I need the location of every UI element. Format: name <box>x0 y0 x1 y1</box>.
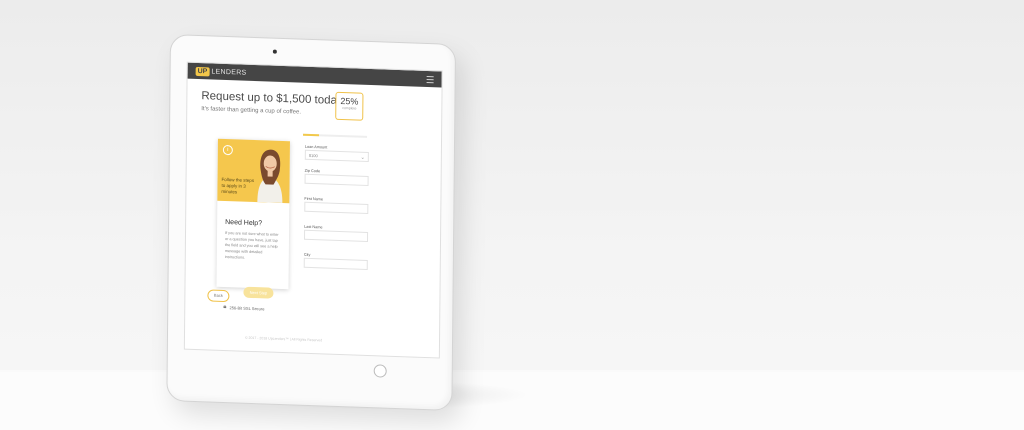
zip-code-label: Zip Code <box>304 168 321 174</box>
app-header: UP LENDERS <box>187 62 442 88</box>
progress-bar <box>303 133 368 138</box>
first-name-input[interactable] <box>304 201 369 214</box>
progress-bar-fill <box>303 133 320 137</box>
zip-code-input[interactable] <box>304 173 369 186</box>
tablet-device: UP LENDERS Request up to $1,500 today! I… <box>166 34 456 412</box>
help-text: If you are not sure what to enter or a q… <box>224 230 279 260</box>
info-icon: i <box>222 144 233 156</box>
last-name-label: Last Name <box>304 224 323 230</box>
promo-card: i Follow the steps to apply in 3 minutes… <box>216 138 290 290</box>
city-label: City <box>303 252 311 257</box>
logo-text: LENDERS <box>211 67 247 77</box>
next-step-button[interactable]: Next Step <box>243 286 274 299</box>
page-subtitle: It's faster than getting a cup of coffee… <box>201 106 302 116</box>
first-name-label: First Name <box>304 196 323 202</box>
lock-icon: 🔒︎ <box>223 303 227 311</box>
last-name-input[interactable] <box>303 229 369 242</box>
logo-mark: UP <box>195 66 210 76</box>
city-input[interactable] <box>303 257 368 270</box>
loan-amount-value: $100 <box>308 152 318 159</box>
security-badge: 🔒︎ 256-Bit SSL Secure <box>223 304 264 312</box>
loan-form: Loan Amount $100 ⌄ Zip Code First Name L… <box>303 144 377 270</box>
back-button[interactable]: Back <box>207 289 230 303</box>
menu-icon[interactable] <box>426 75 434 83</box>
security-label: 256-Bit SSL Secure <box>229 305 265 312</box>
loan-amount-label: Loan Amount <box>304 144 328 150</box>
tablet-screen: UP LENDERS Request up to $1,500 today! I… <box>183 61 443 359</box>
logo[interactable]: UP LENDERS <box>195 66 247 77</box>
woman-photo <box>257 149 283 203</box>
help-title: Need Help? <box>225 218 263 228</box>
loan-amount-select[interactable]: $100 ⌄ <box>304 149 369 162</box>
progress-caption: complete <box>342 106 357 111</box>
chevron-down-icon: ⌄ <box>360 154 365 161</box>
progress-percent: 25% <box>340 95 359 107</box>
home-button[interactable] <box>373 364 387 378</box>
page-title: Request up to $1,500 today! <box>201 90 346 108</box>
progress-badge: 25% complete <box>335 91 364 121</box>
promo-banner: i Follow the steps to apply in 3 minutes <box>217 138 290 204</box>
camera-icon <box>272 49 277 54</box>
copyright-footer: © 2017 - 2018 UpLenders™ | All Rights Re… <box>244 335 323 343</box>
